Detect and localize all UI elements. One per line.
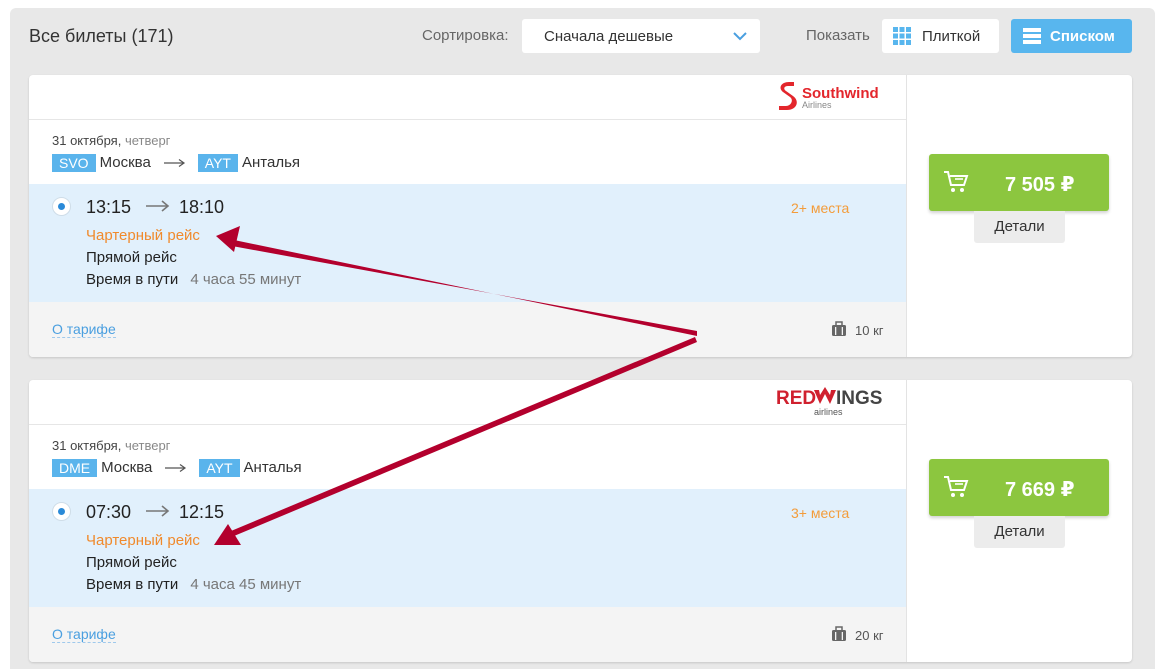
airline-logo-row: Southwind Airlines: [29, 75, 906, 120]
view-list-button[interactable]: Списком: [1011, 19, 1132, 53]
results-panel: Все билеты (171) Сортировка: Сначала деш…: [10, 8, 1155, 669]
list-icon: [1023, 28, 1041, 44]
view-tile-button[interactable]: Плиткой: [882, 19, 999, 53]
airline-name-red: RED: [776, 388, 816, 409]
details-button[interactable]: Детали: [974, 516, 1065, 548]
view-list-label: Списком: [1050, 28, 1115, 45]
buy-button[interactable]: 7 669 ₽: [929, 459, 1109, 516]
airline-name-dark: INGS: [836, 388, 882, 409]
direct-flight-label: Прямой рейс: [86, 554, 177, 571]
weekday-text: четверг: [124, 133, 171, 148]
southwind-logo: Southwind Airlines: [779, 82, 879, 110]
baggage-icon: [832, 321, 846, 336]
origin-city: Москва: [99, 154, 151, 171]
route: SVO Москва AYT Анталья: [52, 153, 300, 172]
origin-code: DME: [52, 458, 98, 477]
segment-radio[interactable]: [52, 197, 71, 216]
ticket-card: Southwind Airlines 31 октября, четверг S…: [29, 75, 1132, 357]
destination-city: Анталья: [243, 459, 302, 476]
duration-label: Время в пути: [86, 271, 179, 288]
duration-value: 4 часа 45 минут: [190, 576, 302, 593]
ticket-footer: О тарифе 20 кг: [29, 607, 906, 662]
arrow-right-icon: [163, 158, 185, 167]
ticket-info: Southwind Airlines 31 октября, четверг S…: [29, 75, 906, 357]
arrow-right-icon: [146, 505, 170, 517]
baggage-weight: 10 кг: [855, 323, 884, 338]
charter-label: Чартерный рейс: [86, 227, 200, 244]
travel-duration: Время в пути 4 часа 45 минут: [86, 576, 301, 593]
travel-duration: Время в пути 4 часа 55 минут: [86, 271, 301, 288]
date-text: 31 октября,: [52, 438, 122, 453]
duration-label: Время в пути: [86, 576, 179, 593]
airline-sub: airlines: [814, 407, 843, 417]
arrow-right-icon: [146, 200, 170, 212]
price: 7 669 ₽: [1005, 479, 1075, 501]
buy-button[interactable]: 7 505 ₽: [929, 154, 1109, 211]
weekday-text: четверг: [124, 438, 171, 453]
departure-time: 07:30: [86, 502, 132, 522]
baggage-weight: 20 кг: [855, 628, 884, 643]
destination-code: AYT: [197, 153, 238, 172]
arrow-right-icon: [165, 463, 187, 472]
arrival-time: 18:10: [179, 197, 225, 217]
sort-label: Сортировка:: [422, 27, 509, 44]
details-button[interactable]: Детали: [974, 211, 1065, 243]
chevron-down-icon: [733, 32, 747, 41]
segment-radio[interactable]: [52, 502, 71, 521]
redwings-logo: RED INGS airlines: [776, 387, 882, 417]
arrival-time: 12:15: [179, 502, 225, 522]
all-tickets-title: Все билеты (171): [29, 26, 174, 46]
charter-label: Чартерный рейс: [86, 532, 200, 549]
price: 7 505 ₽: [1005, 174, 1075, 196]
origin-city: Москва: [101, 459, 153, 476]
results-toolbar: Все билеты (171) Сортировка: Сначала деш…: [10, 8, 1155, 66]
departure-time: 13:15: [86, 197, 132, 217]
airline-sub: Airlines: [802, 100, 832, 110]
ticket-info: RED INGS airlines 31 октября, четверг DM…: [29, 380, 906, 662]
direct-flight-label: Прямой рейс: [86, 249, 177, 266]
duration-value: 4 часа 55 минут: [190, 271, 302, 288]
grid-icon: [893, 27, 911, 45]
route: DME Москва AYT Анталья: [52, 458, 302, 477]
sort-select[interactable]: Сначала дешевые: [522, 19, 760, 53]
flight-segment[interactable]: 13:15 18:10 2+ места Чартерный рейс Прям…: [29, 184, 906, 302]
cart-icon: [944, 171, 969, 192]
tariff-link[interactable]: О тарифе: [52, 322, 116, 338]
seats-left: 2+ места: [791, 200, 850, 216]
price-column: 7 669 ₽ Детали: [906, 380, 1132, 662]
origin-code: SVO: [52, 153, 96, 172]
flight-date: 31 октября, четверг: [52, 438, 170, 453]
sort-select-value: Сначала дешевые: [544, 28, 674, 45]
ticket-card: RED INGS airlines 31 октября, четверг DM…: [29, 380, 1132, 662]
ticket-footer: О тарифе 10 кг: [29, 302, 906, 357]
airline-logo-row: RED INGS airlines: [29, 380, 906, 425]
cart-icon: [944, 476, 969, 497]
seats-left: 3+ места: [791, 505, 850, 521]
date-text: 31 октября,: [52, 133, 122, 148]
tariff-link[interactable]: О тарифе: [52, 627, 116, 643]
flight-date: 31 октября, четверг: [52, 133, 170, 148]
price-column: 7 505 ₽ Детали: [906, 75, 1132, 357]
baggage-icon: [832, 626, 846, 641]
destination-city: Анталья: [242, 154, 301, 171]
destination-code: AYT: [199, 458, 240, 477]
show-label: Показать: [806, 27, 870, 44]
view-tile-label: Плиткой: [922, 28, 981, 45]
flight-segment[interactable]: 07:30 12:15 3+ места Чартерный рейс Прям…: [29, 489, 906, 607]
